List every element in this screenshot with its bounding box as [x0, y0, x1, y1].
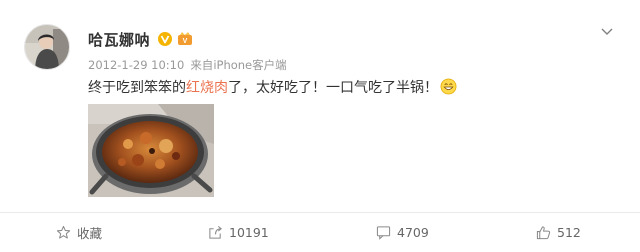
comment-icon [376, 226, 391, 240]
timestamp[interactable]: 2012-1-29 10:10 [88, 58, 184, 72]
member-badge-icon[interactable]: V [177, 32, 193, 46]
svg-text:V: V [183, 38, 188, 45]
post-text-after: 了，太好吃了！一口气吃了半锅！ [228, 80, 438, 96]
like-button[interactable]: 512 [536, 213, 581, 252]
source-link[interactable]: iPhone客户端 [213, 58, 286, 72]
share-count: 10191 [229, 225, 269, 240]
user-row: 哈瓦娜呐 V [88, 28, 193, 50]
favorite-label: 收藏 [77, 226, 103, 241]
smile-emoji-icon [440, 78, 457, 99]
star-icon [56, 225, 71, 239]
topic-highlight: 红烧肉 [186, 80, 228, 96]
comment-count: 4709 [397, 225, 429, 240]
comment-button[interactable]: 4709 [376, 213, 429, 252]
vip-v-icon [158, 32, 173, 46]
favorite-button[interactable]: 收藏 [56, 213, 102, 252]
source-prefix: 来自 [190, 58, 214, 72]
share-button[interactable]: 10191 [208, 213, 269, 252]
share-icon [209, 226, 222, 239]
username[interactable]: 哈瓦娜呐 [88, 29, 150, 50]
like-count: 512 [557, 225, 581, 240]
post-meta: 2012-1-29 10:10 来自iPhone客户端 [88, 57, 293, 73]
post-text: 终于吃到笨笨的红烧肉了，太好吃了！一口气吃了半锅！ [88, 77, 457, 99]
chevron-down-icon[interactable] [600, 22, 614, 41]
weibo-post-card: 哈瓦娜呐 V 2012-1-29 10:10 来自iPhone客户端 终于吃到笨笨… [0, 0, 640, 252]
avatar[interactable] [24, 24, 70, 70]
thumbs-up-icon [536, 226, 551, 240]
post-photo[interactable] [88, 104, 214, 197]
post-text-before: 终于吃到笨笨的 [88, 80, 186, 96]
